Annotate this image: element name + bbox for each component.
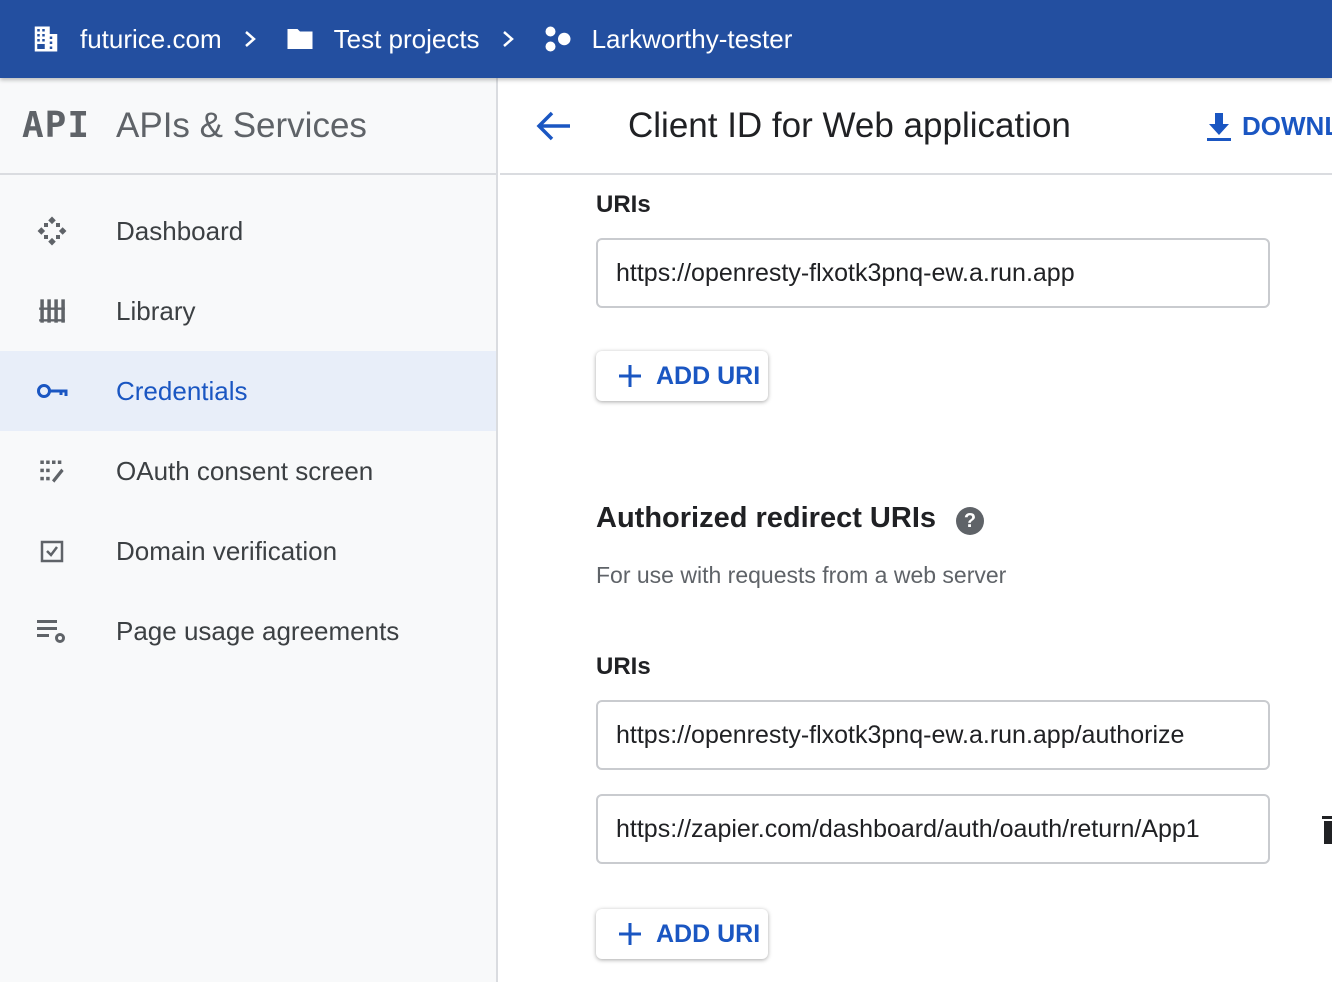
download-json-label: DOWNLOAD JSON [1242, 111, 1332, 141]
sidebar-item-label: Domain verification [116, 535, 338, 566]
sidebar-title: APIs & Services [116, 105, 367, 145]
main-header: Client ID for Web application DOWNLOAD J… [500, 78, 1332, 175]
settings-list-icon [34, 613, 70, 649]
redirect-uris-title: Authorized redirect URIs [596, 502, 936, 534]
breadcrumb-org-label: futurice.com [80, 23, 222, 54]
chevron-right-icon [500, 29, 520, 49]
breadcrumb-folder[interactable]: Test projects [284, 23, 480, 55]
back-arrow-icon[interactable] [536, 106, 576, 146]
sidebar-item-label: Page usage agreements [116, 615, 400, 646]
sidebar-item-domain-verification[interactable]: Domain verification [0, 511, 496, 591]
sidebar-item-page-usage[interactable]: Page usage agreements [0, 591, 496, 671]
sidebar-item-label: Library [116, 295, 196, 326]
sidebar: API APIs & Services Dashboard Library Cr… [0, 78, 498, 982]
redirect-uris-label: URIs [596, 653, 651, 680]
add-origin-uri-button[interactable]: ADD URI [596, 351, 768, 401]
sidebar-item-dashboard[interactable]: Dashboard [0, 191, 496, 271]
breadcrumb-org[interactable]: futurice.com [30, 23, 222, 55]
sidebar-item-credentials[interactable]: Credentials [0, 351, 496, 431]
chevron-right-icon [242, 29, 262, 49]
add-redirect-uri-button[interactable]: ADD URI [596, 909, 768, 959]
add-uri-label: ADD URI [656, 919, 761, 948]
building-icon [30, 23, 62, 55]
add-uri-label: ADD URI [656, 361, 761, 390]
help-icon[interactable]: ? [956, 507, 984, 535]
library-icon [34, 293, 70, 329]
breadcrumb-project[interactable]: Larkworthy-tester [542, 23, 793, 55]
sidebar-item-library[interactable]: Library [0, 271, 496, 351]
key-icon [34, 373, 70, 409]
dashboard-icon [34, 213, 70, 249]
breadcrumb-project-label: Larkworthy-tester [591, 23, 793, 54]
redirect-uris-description: For use with requests from a web server [596, 562, 1007, 588]
sidebar-item-oauth-consent[interactable]: OAuth consent screen [0, 431, 496, 511]
trash-icon[interactable] [1320, 816, 1332, 844]
sidebar-item-label: OAuth consent screen [116, 455, 374, 486]
origin-uri-input[interactable]: https://openresty-flxotk3pnq-ew.a.run.ap… [596, 238, 1270, 308]
sidebar-nav: Dashboard Library Credentials OAuth cons… [0, 175, 496, 671]
checkbox-icon [34, 533, 70, 569]
api-logo: API [22, 105, 89, 146]
breadcrumb-folder-label: Test projects [333, 23, 480, 54]
sidebar-item-label: Credentials [116, 375, 248, 406]
download-json-button[interactable]: DOWNLOAD JSON [1206, 78, 1332, 175]
folder-icon [284, 23, 316, 55]
project-hexagon-icon [542, 23, 574, 55]
redirect-uri-input[interactable]: https://zapier.com/dashboard/auth/oauth/… [596, 794, 1270, 864]
origins-uris-label: URIs [596, 191, 651, 218]
download-icon [1206, 112, 1232, 142]
top-bar: futurice.com Test projects Larkworthy-te… [0, 0, 1332, 78]
plus-icon [618, 364, 642, 388]
sidebar-item-label: Dashboard [116, 215, 244, 246]
main-panel: Client ID for Web application DOWNLOAD J… [500, 78, 1332, 982]
plus-icon [618, 922, 642, 946]
api-logo-text: API [22, 105, 91, 146]
sidebar-header: API APIs & Services [0, 78, 496, 175]
redirect-uri-input[interactable]: https://openresty-flxotk3pnq-ew.a.run.ap… [596, 700, 1270, 770]
oauth-consent-icon [34, 453, 70, 489]
page-title: Client ID for Web application [628, 105, 1071, 145]
